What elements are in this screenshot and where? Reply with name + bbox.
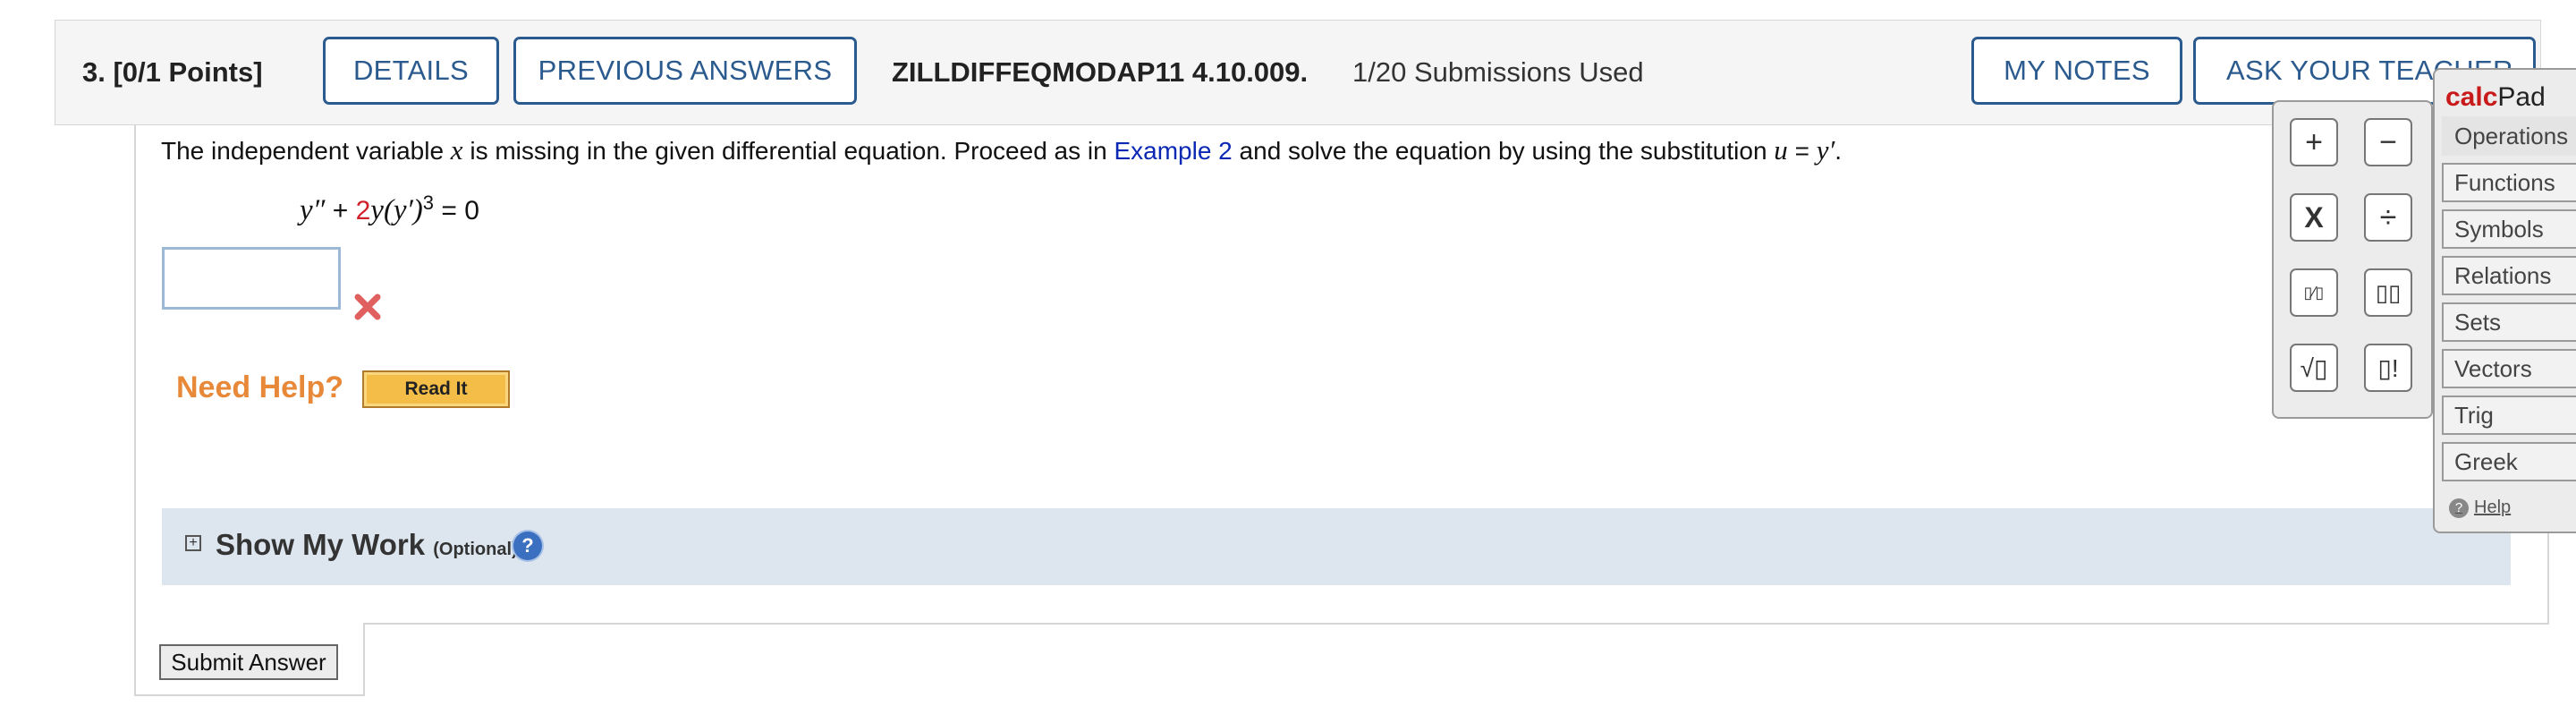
equation-term: y(y′) <box>370 194 423 226</box>
help-circle-icon: ? <box>2449 498 2469 518</box>
prompt-text: and solve the equation by using the subs… <box>1232 137 1775 165</box>
incorrect-icon <box>354 293 381 325</box>
need-help-label: Need Help? <box>176 370 344 404</box>
details-button[interactable]: DETAILS <box>323 37 499 105</box>
divide-key[interactable]: ÷ <box>2364 193 2412 242</box>
calcpad-tab-trig[interactable]: Trig <box>2442 396 2576 435</box>
show-my-work-label: Show My Work <box>216 528 426 561</box>
equation-term: y″ <box>300 194 326 226</box>
read-it-button[interactable]: Read It <box>362 370 510 408</box>
calcpad-logo: calcPad <box>2445 82 2546 113</box>
minus-key[interactable]: − <box>2364 118 2412 166</box>
question-points: 3. [0/1 Points] <box>82 56 263 88</box>
answer-input[interactable] <box>162 247 341 310</box>
variable-y-prime: y′ <box>1816 134 1835 166</box>
prompt-text: is missing in the given differential equ… <box>462 137 1114 165</box>
calcpad-tab-greek[interactable]: Greek <box>2442 442 2576 481</box>
equation-exponent: 3 <box>422 191 435 214</box>
expand-icon[interactable]: + <box>185 535 201 551</box>
show-my-work-section[interactable]: + Show My Work (Optional) ? <box>162 508 2511 585</box>
prompt-text: The independent variable <box>161 137 451 165</box>
calcpad-logo-calc: calc <box>2445 82 2498 112</box>
calcpad-tab-operations[interactable]: Operations <box>2442 116 2576 156</box>
show-my-work-title: Show My Work (Optional) <box>216 528 518 562</box>
equation-coefficient: 2 <box>355 196 371 225</box>
calcpad-tab-sets[interactable]: Sets <box>2442 302 2576 342</box>
calcpad-tab-functions[interactable]: Functions <box>2442 163 2576 202</box>
submit-answer-button[interactable]: Submit Answer <box>159 644 338 680</box>
calcpad-tab-vectors[interactable]: Vectors <box>2442 349 2576 388</box>
calcpad-tab-symbols[interactable]: Symbols <box>2442 209 2576 249</box>
plus-key[interactable]: + <box>2290 118 2338 166</box>
calcpad-panel: calcPad Operations Functions Symbols Rel… <box>2433 68 2576 533</box>
question-prompt: The independent variable x is missing in… <box>161 134 1842 166</box>
calcpad-keypad: + − X ÷ ▯⁄▯ ▯▯ √▯ ▯! <box>2272 100 2433 419</box>
differential-equation: y″ + 2y(y′)3 = 0 <box>300 191 479 227</box>
prompt-text: = <box>1787 137 1817 165</box>
variable-u: u <box>1774 134 1788 166</box>
question-header: 3. [0/1 Points] DETAILS PREVIOUS ANSWERS… <box>55 20 2541 125</box>
example-2-link[interactable]: Example 2 <box>1114 137 1232 165</box>
question-code: ZILLDIFFEQMODAP11 4.10.009. <box>892 56 1309 88</box>
calcpad-help-label: Help <box>2474 498 2512 517</box>
variable-x: x <box>450 134 463 166</box>
sqrt-key[interactable]: √▯ <box>2290 344 2338 392</box>
calcpad-tab-relations[interactable]: Relations <box>2442 256 2576 295</box>
calcpad-logo-pad: Pad <box>2497 82 2546 112</box>
times-key[interactable]: X <box>2290 193 2338 242</box>
prompt-text: . <box>1835 137 1843 165</box>
calcpad-help-link[interactable]: ? Help <box>2449 498 2511 518</box>
factorial-key[interactable]: ▯! <box>2364 344 2412 392</box>
optional-label: (Optional) <box>433 540 518 559</box>
my-notes-button[interactable]: MY NOTES <box>1971 37 2182 105</box>
equation-operator: + <box>325 196 356 225</box>
fraction-key[interactable]: ▯⁄▯ <box>2290 268 2338 317</box>
previous-answers-button[interactable]: PREVIOUS ANSWERS <box>513 37 857 105</box>
submissions-used: 1/20 Submissions Used <box>1352 56 1644 88</box>
power-key[interactable]: ▯▯ <box>2364 268 2412 317</box>
help-question-icon[interactable]: ? <box>513 532 542 560</box>
equation-rhs: = 0 <box>434 196 479 225</box>
